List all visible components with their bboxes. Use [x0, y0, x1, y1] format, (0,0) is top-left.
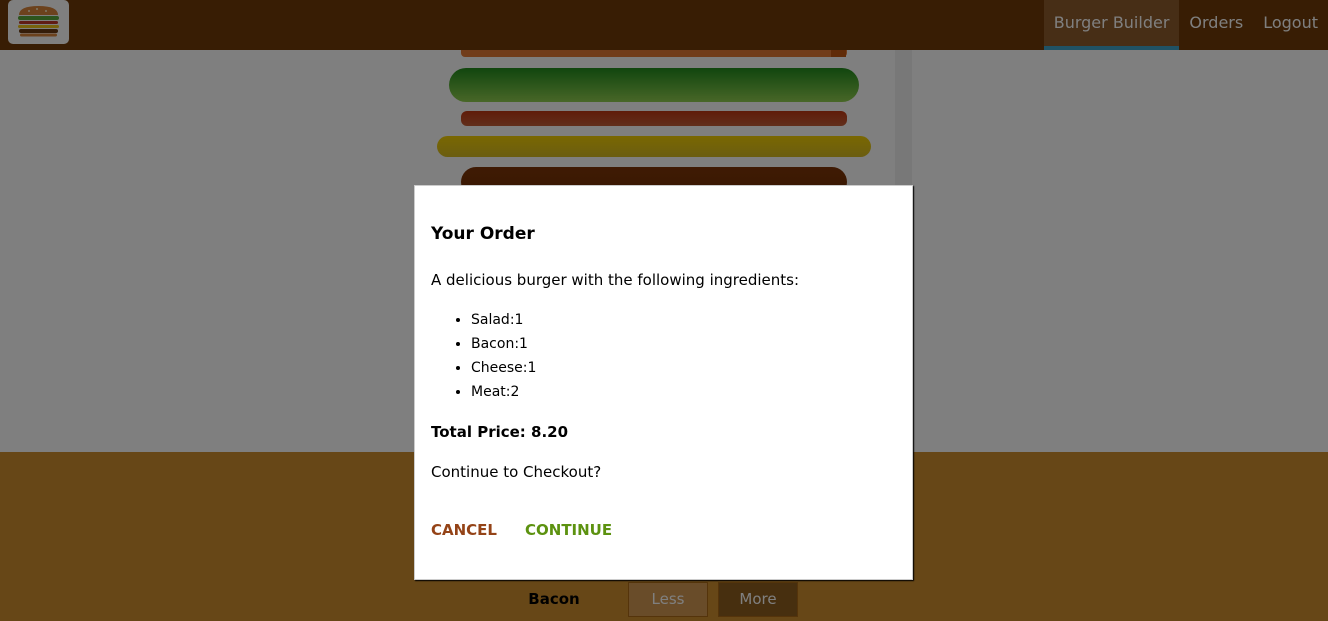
cancel-button[interactable]: CANCEL: [431, 521, 497, 539]
continue-button[interactable]: CONTINUE: [525, 521, 612, 539]
list-item: Salad:1: [471, 308, 536, 332]
modal-intro: A delicious burger with the following in…: [431, 271, 800, 289]
list-item: Bacon:1: [471, 332, 536, 356]
modal-title: Your Order: [431, 224, 535, 244]
order-summary-modal: Your Order A delicious burger with the f…: [414, 185, 913, 580]
total-price: Total Price: 8.20: [431, 423, 569, 441]
list-item: Cheese:1: [471, 356, 536, 380]
list-item: Meat:2: [471, 380, 536, 404]
checkout-question: Continue to Checkout?: [431, 463, 602, 481]
ingredient-list: Salad:1 Bacon:1 Cheese:1 Meat:2: [431, 308, 536, 404]
